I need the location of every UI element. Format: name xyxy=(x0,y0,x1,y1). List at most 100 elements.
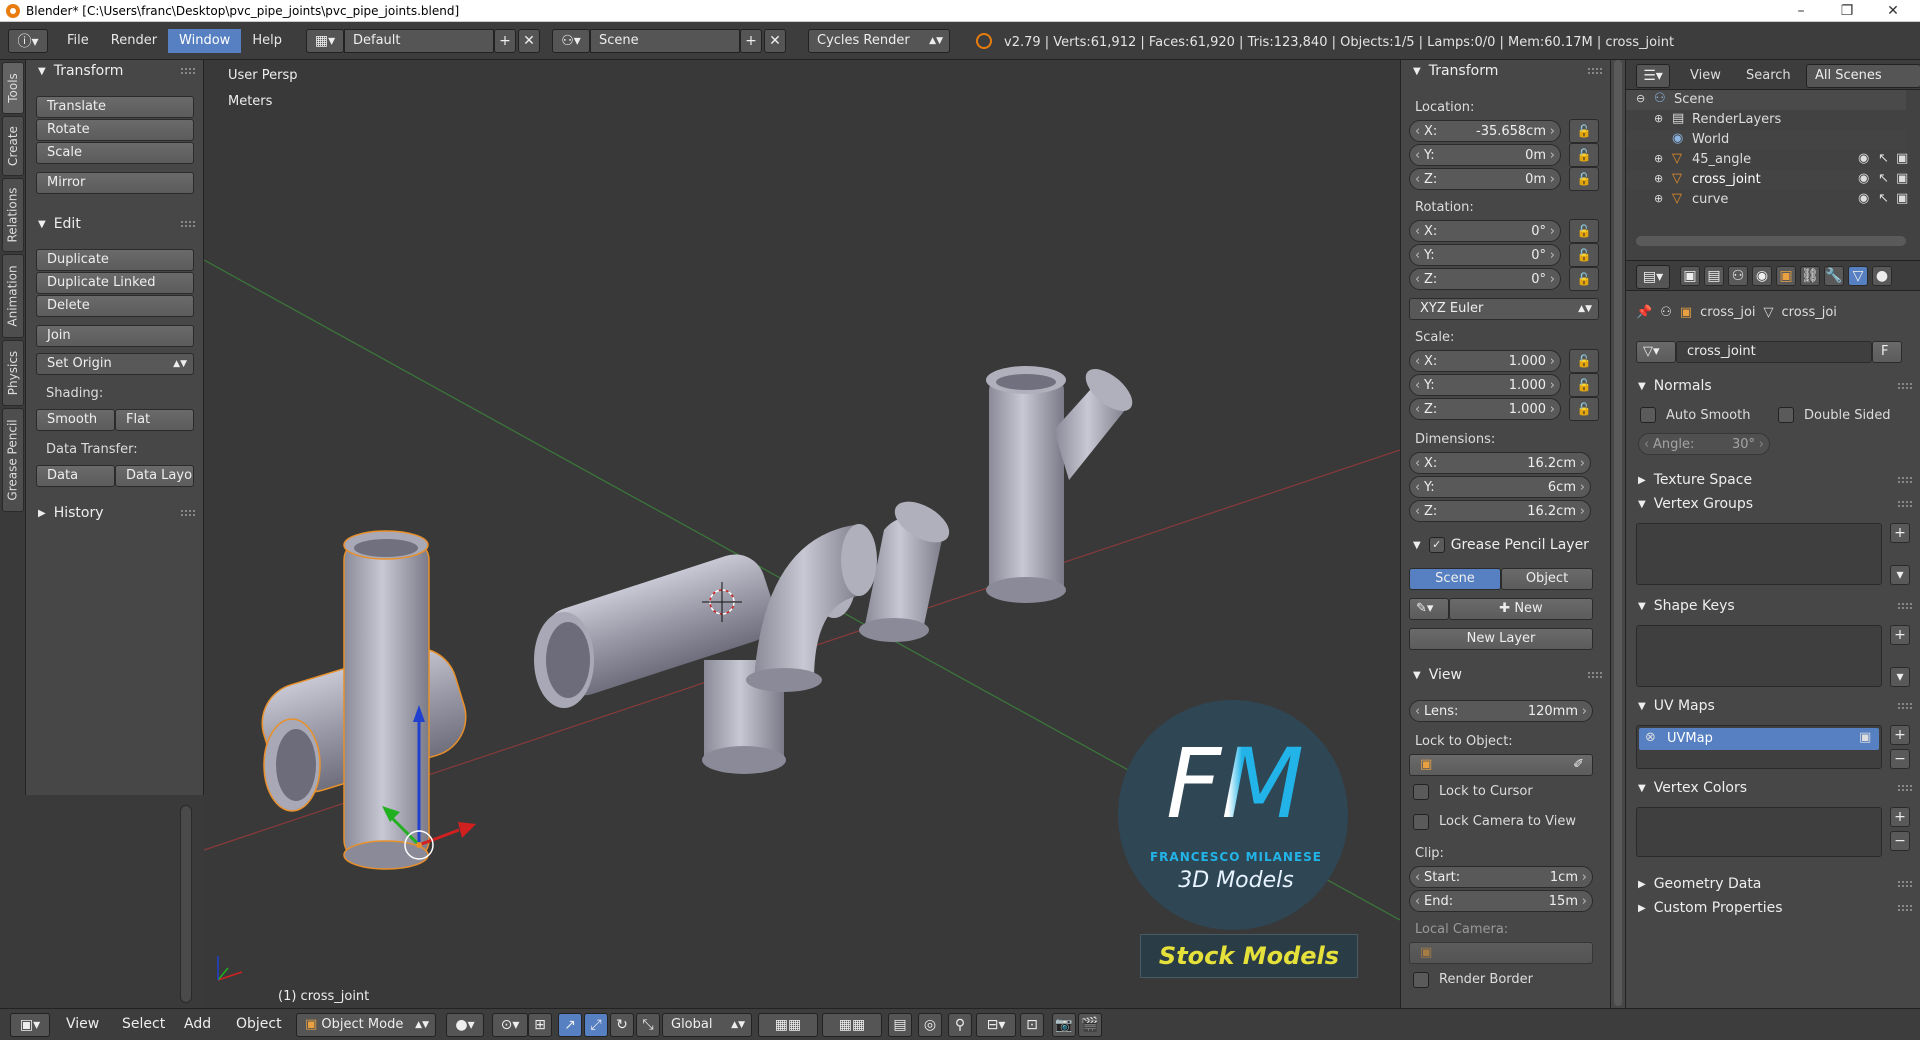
outliner-display-mode[interactable]: All Scenes xyxy=(1806,64,1920,88)
select-cursor-icon[interactable]: ↖ xyxy=(1878,191,1889,206)
mesh-name-field[interactable]: cross_joint xyxy=(1676,341,1872,363)
world-tab-icon[interactable]: ◉ xyxy=(1752,266,1772,286)
rotation-mode-dropdown[interactable]: XYZ Euler ▲▼ xyxy=(1409,298,1599,320)
lock-icon[interactable]: 🔓 xyxy=(1569,219,1599,243)
panel-grip-icon[interactable] xyxy=(1898,477,1912,483)
wye-joint-mesh[interactable] xyxy=(986,361,1139,603)
scale-z-field[interactable]: Z: 1.000 xyxy=(1409,398,1561,420)
lock-icon[interactable]: 🔓 xyxy=(1569,397,1599,421)
layers-grid-1-icon[interactable]: ▦▦ xyxy=(758,1013,818,1037)
mirror-button[interactable]: Mirror xyxy=(36,172,194,194)
remove-uv-map-icon[interactable]: − xyxy=(1890,749,1910,769)
dimensions-z-field[interactable]: Z: 16.2cm xyxy=(1409,500,1591,522)
menu-select[interactable]: Select xyxy=(122,1016,165,1032)
render-camera-icon[interactable]: ▣ xyxy=(1896,191,1908,206)
tab-tools[interactable]: Tools xyxy=(2,62,24,114)
delete-button[interactable]: Delete xyxy=(36,295,194,317)
np-transform-header[interactable]: ▼ Transform xyxy=(1401,60,1610,82)
grease-pencil-layer-header[interactable]: ▼ ✓ Grease Pencil Layer xyxy=(1401,534,1610,556)
uv-maps-header[interactable]: ▼ UV Maps xyxy=(1626,695,1920,717)
scale-widget-icon[interactable]: ⤡ xyxy=(636,1013,660,1037)
rotation-y-field[interactable]: Y: 0° xyxy=(1409,244,1561,266)
render-tab-icon[interactable]: ▣ xyxy=(1680,266,1700,286)
outliner-row[interactable]: ⊖ ⚇ Scene xyxy=(1626,90,1906,110)
local-camera-field[interactable]: ▣ xyxy=(1409,942,1593,964)
npanel-scrollbar[interactable] xyxy=(1614,60,1622,1006)
snap-element-icon[interactable]: ⊟▾ xyxy=(976,1013,1016,1037)
tab-animation[interactable]: Animation xyxy=(2,254,24,338)
outliner-row[interactable]: ⊕ ▽ 45_angle ◉ ↖ ▣ xyxy=(1626,150,1908,170)
eyedropper-icon[interactable]: ✐ xyxy=(1573,755,1584,775)
panel-grip-icon[interactable] xyxy=(1898,603,1912,609)
location-x-field[interactable]: X: -35.658cm xyxy=(1409,120,1561,142)
gp-new-button[interactable]: ✚ New xyxy=(1449,598,1593,620)
panel-grip-icon[interactable] xyxy=(181,68,195,74)
tab-create[interactable]: Create xyxy=(2,116,24,176)
auto-smooth-checkbox[interactable] xyxy=(1640,407,1656,423)
view-panel-header[interactable]: ▼ View xyxy=(1401,664,1610,686)
render-camera-icon[interactable]: ▣ xyxy=(1896,171,1908,186)
info-editor-type-icon[interactable]: ⓘ▾ xyxy=(8,29,48,53)
translate-button[interactable]: Translate xyxy=(36,96,194,118)
shape-key-menu-icon[interactable]: ▾ xyxy=(1890,667,1910,687)
maximize-button[interactable]: ❐ xyxy=(1824,0,1870,22)
properties-editor-icon[interactable]: ▤▾ xyxy=(1636,265,1670,289)
manipulator-toggle-icon[interactable]: ⊞ xyxy=(528,1013,552,1037)
tab-grease-pencil[interactable]: Grease Pencil xyxy=(2,408,24,512)
angle-field[interactable]: Angle: 30° xyxy=(1638,433,1770,455)
layers-grid-2-icon[interactable]: ▦▦ xyxy=(822,1013,882,1037)
outliner-hscrollbar[interactable] xyxy=(1636,236,1906,246)
outliner-row[interactable]: ◉ World xyxy=(1626,130,1906,150)
remove-layout-icon[interactable]: ✕ xyxy=(518,29,540,53)
rotation-x-field[interactable]: X: 0° xyxy=(1409,220,1561,242)
lock-icon[interactable]: 🔓 xyxy=(1569,119,1599,143)
add-layout-icon[interactable]: + xyxy=(494,29,516,53)
opengl-render-animation-icon[interactable]: 🎬 xyxy=(1078,1013,1102,1037)
vertex-groups-list[interactable] xyxy=(1636,523,1882,585)
minimize-button[interactable]: – xyxy=(1778,0,1824,22)
panel-grip-icon[interactable] xyxy=(1898,881,1912,887)
scale-button[interactable]: Scale xyxy=(36,142,194,164)
layout-icon[interactable]: ▦▾ xyxy=(306,29,344,53)
uv-render-camera-icon[interactable]: ▣ xyxy=(1859,730,1871,745)
scene-icon[interactable]: ⚇▾ xyxy=(552,29,590,53)
close-button[interactable]: ✕ xyxy=(1870,0,1916,22)
rotation-z-field[interactable]: Z: 0° xyxy=(1409,268,1561,290)
render-border-checkbox[interactable] xyxy=(1413,972,1429,988)
pin-icon[interactable]: 📌 xyxy=(1636,305,1652,320)
menu-window[interactable]: Window xyxy=(168,29,242,53)
modifiers-tab-icon[interactable]: 🔧 xyxy=(1824,266,1844,286)
visibility-eye-icon[interactable]: ◉ xyxy=(1858,171,1869,186)
vertex-group-menu-icon[interactable]: ▾ xyxy=(1890,565,1910,585)
vertex-colors-list[interactable] xyxy=(1636,807,1882,857)
scene-tab-icon[interactable]: ⚇ xyxy=(1728,266,1748,286)
data-layout-button[interactable]: Data Layo xyxy=(115,465,194,487)
outliner-editor-icon[interactable]: ☰▾ xyxy=(1636,64,1670,88)
translate-manipulator-icon[interactable]: ↗ xyxy=(558,1013,582,1037)
dimensions-x-field[interactable]: X: 16.2cm xyxy=(1409,452,1591,474)
add-uv-map-icon[interactable]: + xyxy=(1890,725,1910,745)
data-tab-icon[interactable]: ▽ xyxy=(1848,266,1868,286)
fake-user-button[interactable]: F xyxy=(1872,341,1902,363)
panel-grip-icon[interactable] xyxy=(1898,905,1912,911)
add-scene-icon[interactable]: + xyxy=(740,29,762,53)
viewport-shading-icon[interactable]: ●▾ xyxy=(446,1013,484,1037)
location-z-field[interactable]: Z: 0m xyxy=(1409,168,1561,190)
scale-y-field[interactable]: Y: 1.000 xyxy=(1409,374,1561,396)
clip-start-field[interactable]: Start: 1cm xyxy=(1409,866,1593,888)
shape-keys-list[interactable] xyxy=(1636,625,1882,687)
geometry-data-header[interactable]: ▶ Geometry Data xyxy=(1626,873,1920,895)
smooth-button[interactable]: Smooth xyxy=(36,409,115,431)
panel-grip-icon[interactable] xyxy=(1898,785,1912,791)
layer-lock-icon[interactable]: ▤ xyxy=(888,1013,912,1037)
lock-icon[interactable]: 🔓 xyxy=(1569,349,1599,373)
dimensions-y-field[interactable]: Y: 6cm xyxy=(1409,476,1591,498)
outliner-search-menu[interactable]: Search xyxy=(1746,68,1791,83)
visibility-eye-icon[interactable]: ◉ xyxy=(1858,191,1869,206)
custom-properties-header[interactable]: ▶ Custom Properties xyxy=(1626,897,1920,919)
gp-object-tab[interactable]: Object xyxy=(1501,568,1593,590)
select-cursor-icon[interactable]: ↖ xyxy=(1878,171,1889,186)
add-vertex-color-icon[interactable]: + xyxy=(1890,807,1910,827)
proportional-edit-icon[interactable]: ◎ xyxy=(918,1013,942,1037)
render-camera-icon[interactable]: ▣ xyxy=(1896,151,1908,166)
